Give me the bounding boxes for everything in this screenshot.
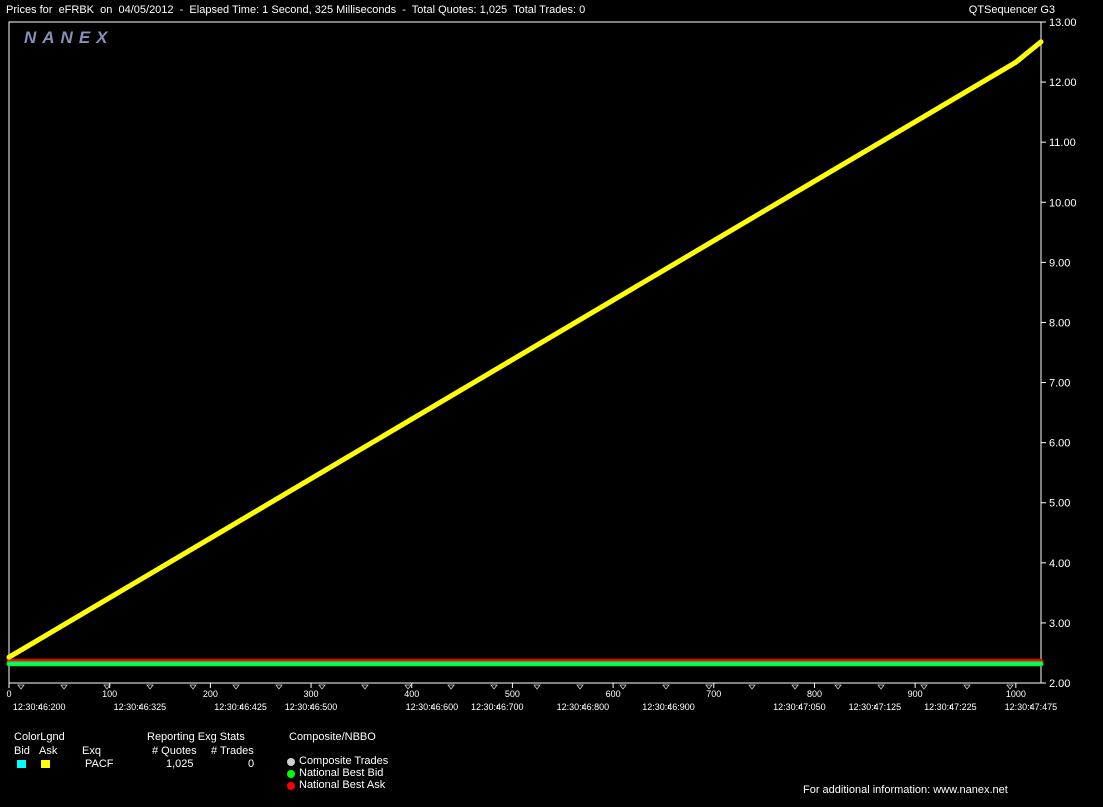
quote-marker-icon [533,684,541,690]
quote-marker-icon [791,684,799,690]
national-best-bid-dot [287,770,295,778]
quote-marker-icon [146,684,154,690]
time-label: 12:30:47:225 [924,702,977,712]
trades-header: # Trades [211,745,254,757]
time-label: 12:30:46:800 [557,702,610,712]
quote-marker-icon [60,684,68,690]
quotes-count: 1,025 [166,758,194,770]
composite-trades-dot [287,758,295,766]
time-label: 12:30:46:425 [214,702,267,712]
quote-marker-icon [490,684,498,690]
x-tick-label: 900 [908,689,923,699]
time-label: 12:30:46:900 [642,702,695,712]
y-tick-label: 2.00 [1049,678,1070,690]
quotes-header: # Quotes [152,745,197,757]
x-tick-label: 100 [102,689,117,699]
ask-color-swatch [41,760,50,768]
reporting-stats-label: Reporting Exg Stats [147,731,245,743]
x-tick-label: 300 [304,689,319,699]
x-tick-label: 500 [505,689,520,699]
quote-marker-icon [619,684,627,690]
composite-trades-label: Composite Trades [299,755,389,767]
national-best-bid-label: National Best Bid [299,767,384,779]
y-axis: 2.00 3.00 4.00 5.00 6.00 7.00 8.00 9.00 10.00 11.… [1041,17,1077,690]
nanex-logo: NANEX [24,28,114,47]
y-tick-label: 10.00 [1049,197,1077,209]
x-tick-label: 400 [404,689,419,699]
time-label: 12:30:46:500 [285,702,338,712]
exchange-label: Exq [82,745,101,757]
quote-marker-icon [748,684,756,690]
quote-marker-icon [361,684,369,690]
y-tick-label: 11.00 [1049,137,1076,149]
y-tick-label: 7.00 [1049,378,1070,390]
x-axis: 0 100 200 300 400 500 600 700 800 900 1000 [6,683,1026,699]
time-label: 12:30:46:325 [114,702,167,712]
y-tick-label: 5.00 [1049,498,1070,510]
quote-marker-icon [576,684,584,690]
quote-marker-icon [318,684,326,690]
x-tick-label: 0 [6,689,11,699]
time-label: 12:30:46:700 [471,702,524,712]
national-best-ask-label: National Best Ask [299,779,386,791]
exchange-name: PACF [85,758,114,770]
bid-color-swatch [17,760,26,768]
y-tick-label: 12.00 [1049,77,1077,89]
ask-label: Ask [39,745,58,757]
time-label: 12:30:47:050 [773,702,826,712]
x-tick-label: 200 [203,689,218,699]
quote-marker-icon [17,684,25,690]
trades-count: 0 [248,758,255,770]
x-tick-label: 600 [606,689,621,699]
time-label: 12:30:46:600 [406,702,459,712]
quote-marker-icon [963,684,971,690]
quote-marker-icon [834,684,842,690]
quote-marker-icon [447,684,455,690]
y-tick-label: 8.00 [1049,317,1070,329]
x-tick-label: 800 [807,689,822,699]
quote-marker-icon [232,684,240,690]
y-tick-label: 3.00 [1049,618,1070,630]
footer-info: For additional information: www.nanex.ne… [803,784,1008,796]
y-tick-label: 4.00 [1049,558,1070,570]
time-axis: 12:30:46:200 12:30:46:325 12:30:46:425 12:3… [13,702,1057,712]
legend-panel: ColorLgnd Bid Ask Exq PACF Reporting Exg… [0,726,1103,807]
national-best-ask-dot [287,782,295,790]
x-tick-label: 1000 [1006,689,1026,699]
y-tick-label: 6.00 [1049,438,1070,450]
y-tick-label: 9.00 [1049,257,1070,269]
quote-marker-icon [877,684,885,690]
composite-label: Composite/NBBO [289,731,376,743]
y-tick-label: 13.00 [1049,17,1077,29]
quote-marker-icon [189,684,197,690]
time-label: 12:30:47:125 [849,702,902,712]
price-chart: NANEX 2.00 3.00 4.00 5.00 6.00 7.00 8.00 9.00 10… [6,17,1077,712]
quote-marker-icon [275,684,283,690]
quote-marker-icon [662,684,670,690]
x-tick-label: 700 [706,689,721,699]
time-label: 12:30:47:475 [1005,702,1058,712]
time-label: 12:30:46:200 [13,702,66,712]
bid-label: Bid [14,745,30,757]
color-legend-label: ColorLgnd [14,731,65,743]
